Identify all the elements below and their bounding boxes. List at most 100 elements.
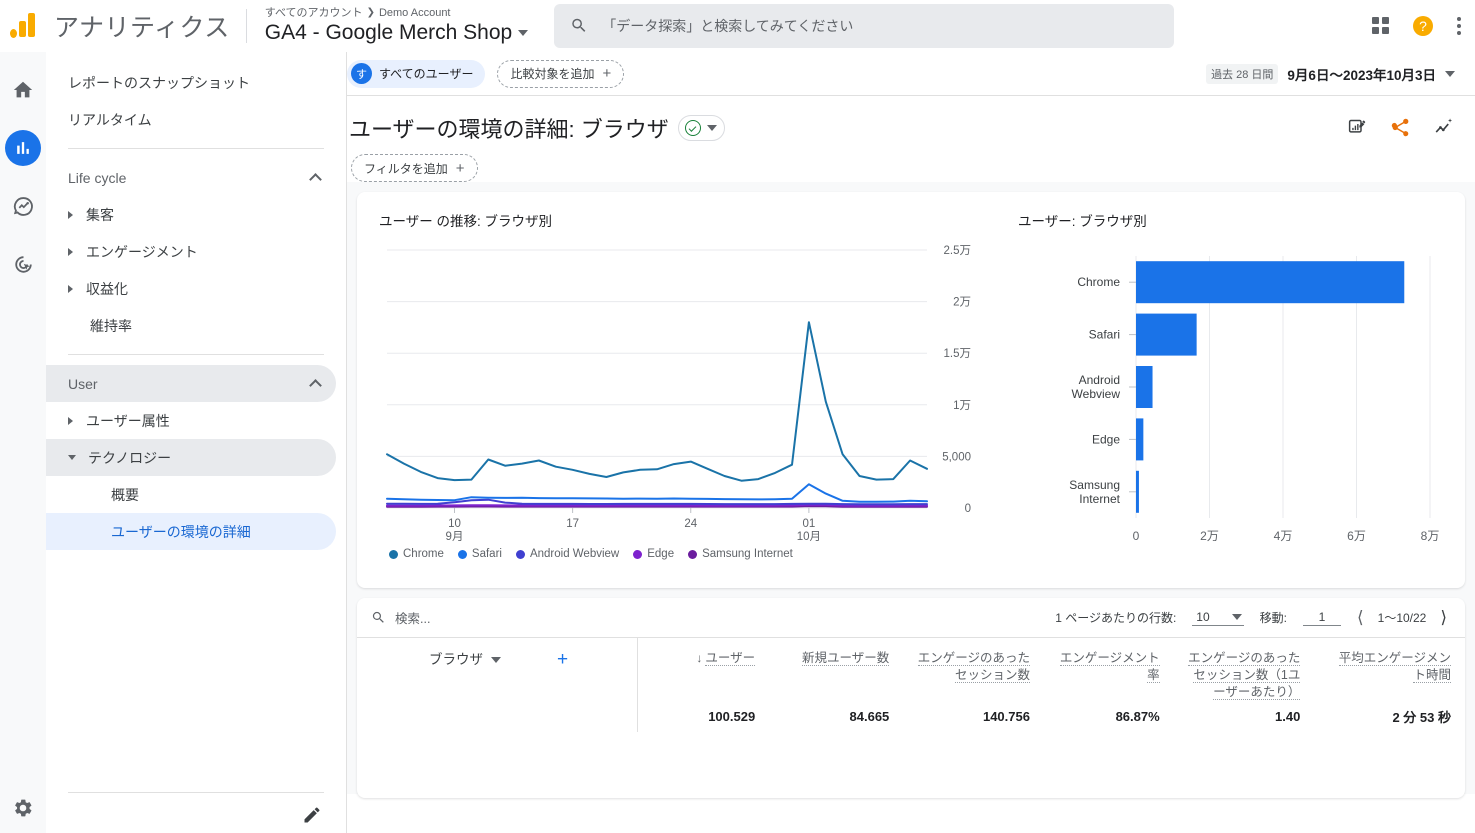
add-comparison-label: 比較対象を追加 <box>510 67 595 81</box>
sort-descending-icon: ↓ <box>696 651 703 665</box>
sidebar-group-label: User <box>68 375 98 392</box>
date-range-selector[interactable]: 過去 28 日間 9月6日〜2023年10月3日 <box>1206 63 1455 84</box>
analytics-logo-icon <box>10 11 40 41</box>
sidebar-nav: レポートのスナップショット リアルタイム Life cycle 集客 エンゲージ… <box>46 52 347 833</box>
sidebar-item-report-snapshot[interactable]: レポートのスナップショット <box>46 64 336 101</box>
chevron-down-icon[interactable] <box>1445 70 1455 77</box>
legend-item-samsung-internet[interactable]: Samsung Internet <box>688 548 793 560</box>
sidebar-item-monetization[interactable]: 収益化 <box>46 270 336 307</box>
add-comparison-button[interactable]: 比較対象を追加 + <box>497 59 625 88</box>
column-header-users[interactable]: ↓ ユーザー <box>636 638 770 701</box>
page-title: ユーザーの環境の詳細: ブラウザ <box>349 112 725 144</box>
line-chart-legend: Chrome Safari Android Webview Edge Samsung I… <box>379 548 974 560</box>
column-header-engagement-rate[interactable]: エンゲージメント率 <box>1044 638 1174 701</box>
sidebar-item-retention[interactable]: 維持率 <box>46 307 336 344</box>
chevron-down-icon <box>1231 613 1242 620</box>
prev-page-button[interactable]: ⟨ <box>1357 609 1364 626</box>
column-label: 平均エンゲージメント時間 <box>1338 651 1451 683</box>
customize-report-icon[interactable] <box>1347 117 1368 138</box>
users-over-time-line-chart[interactable]: 0 5,000 1万 1.5万 2万 2.5万 109月 17 24 0110月 <box>379 236 974 546</box>
goto-input[interactable]: 1 <box>1303 610 1341 626</box>
date-range-badge: 過去 28 日間 <box>1206 63 1279 84</box>
add-dimension-button[interactable]: + <box>557 650 568 669</box>
legend-item-safari[interactable]: Safari <box>457 548 502 560</box>
divider <box>68 354 324 355</box>
rows-per-page-select[interactable]: 10 <box>1192 610 1244 626</box>
sidebar-item-label: 集客 <box>86 206 114 223</box>
svg-text:2万: 2万 <box>1200 529 1219 543</box>
chevron-right-icon <box>68 210 73 219</box>
column-header-engaged-sessions[interactable]: エンゲージのあったセッション数 <box>903 638 1044 701</box>
column-header-avg-engagement-time[interactable]: 平均エンゲージメント時間 <box>1314 638 1465 701</box>
column-header-engaged-sessions-per-user[interactable]: エンゲージのあったセッション数（1ユーザーあたり） <box>1174 638 1315 701</box>
icon-rail <box>0 52 46 833</box>
svg-text:?: ? <box>1419 18 1427 34</box>
segment-chip-all-users[interactable]: す すべてのユーザー <box>347 59 486 88</box>
sidebar-edit-button[interactable] <box>302 805 324 827</box>
bar-chart-card: ユーザー: ブラウザ別 0 2万 4万 6万 8万 Chrome Safari Android… <box>996 192 1465 588</box>
svg-text:10: 10 <box>448 518 461 530</box>
svg-text:Webview: Webview <box>1072 387 1121 401</box>
chevron-down-icon <box>68 455 76 460</box>
top-bar-actions: ? <box>1372 14 1475 38</box>
share-icon[interactable] <box>1390 117 1411 138</box>
kebab-more-icon[interactable] <box>1457 16 1461 35</box>
property-title[interactable]: GA4 - Google Merch Shop <box>264 20 529 46</box>
insights-icon[interactable] <box>1433 116 1455 138</box>
help-question-icon[interactable]: ? <box>1411 14 1435 38</box>
rail-item-settings[interactable] <box>12 797 34 819</box>
report-canvas: ユーザー の推移: ブラウザ別 0 5,000 1万 1.5万 2万 2.5万 10 9月 17… <box>347 182 1475 798</box>
page-header: ユーザーの環境の詳細: ブラウザ フィルタを追加 + <box>347 96 1475 182</box>
sidebar-item-tech[interactable]: テクノロジー <box>46 439 336 476</box>
users-by-browser-bar-chart[interactable]: 0 2万 4万 6万 8万 Chrome Safari AndroidWebview Edge S… <box>1018 236 1448 566</box>
search-input[interactable] <box>602 17 1159 34</box>
svg-text:1.5万: 1.5万 <box>944 348 972 360</box>
sidebar-item-realtime[interactable]: リアルタイム <box>46 101 336 138</box>
rail-item-home[interactable] <box>5 72 41 108</box>
column-header-new-users[interactable]: 新規ユーザー数 <box>769 638 903 701</box>
legend-item-chrome[interactable]: Chrome <box>389 548 444 560</box>
add-filter-button[interactable]: フィルタを追加 + <box>351 154 478 182</box>
bar-chart-title: ユーザー: ブラウザ別 <box>1018 214 1147 229</box>
line-chart-title: ユーザー の推移: ブラウザ別 <box>379 214 552 229</box>
sidebar-group-user[interactable]: User <box>46 365 336 402</box>
top-bar: アナリティクス すべてのアカウント ❯ Demo Account GA4 - G… <box>0 0 1475 52</box>
sidebar-item-label: 収益化 <box>86 280 128 297</box>
legend-color-dot <box>633 549 643 559</box>
chevron-down-icon[interactable] <box>491 656 501 663</box>
search-bar[interactable] <box>554 3 1175 48</box>
svg-text:17: 17 <box>566 518 579 530</box>
chevron-up-icon <box>309 379 322 392</box>
sidebar-item-label: エンゲージメント <box>86 243 198 260</box>
legend-label: Safari <box>471 548 502 560</box>
account-selector[interactable]: すべてのアカウント ❯ Demo Account GA4 - Google Me… <box>264 6 529 46</box>
sidebar-item-label: テクノロジー <box>88 449 172 466</box>
pager: ⟨ 1〜10/22 ⟩ <box>1357 609 1447 626</box>
property-title-text: GA4 - Google Merch Shop <box>264 20 513 44</box>
sidebar-item-acquisition[interactable]: 集客 <box>46 196 336 233</box>
sidebar-item-tech-details[interactable]: ユーザーの環境の詳細 <box>46 513 336 550</box>
next-page-button[interactable]: ⟩ <box>1440 609 1447 626</box>
rail-item-reports[interactable] <box>5 130 41 166</box>
legend-label: Samsung Internet <box>702 548 793 560</box>
data-quality-button[interactable] <box>677 115 725 141</box>
chevron-down-icon[interactable] <box>518 29 529 36</box>
legend-item-edge[interactable]: Edge <box>633 548 674 560</box>
table-pagination-controls: 1 ページあたりの行数: 10 移動: 1 ⟨ 1〜10/22 ⟩ <box>1055 609 1447 626</box>
apps-grid-icon[interactable] <box>1372 17 1389 34</box>
bar-chart-icon <box>17 142 29 154</box>
legend-color-dot <box>515 549 525 559</box>
rail-item-advertising[interactable] <box>5 246 41 282</box>
browser-data-table: ブラウザ + ↓ ユーザー 新規ユーザー数 エンゲージのあったセッション数 エンゲ… <box>357 638 1465 732</box>
sidebar-item-label: ユーザー属性 <box>86 412 170 429</box>
sidebar-item-user-attributes[interactable]: ユーザー属性 <box>46 402 336 439</box>
legend-label: Chrome <box>403 548 444 560</box>
legend-color-dot <box>688 549 698 559</box>
sidebar-group-life-cycle[interactable]: Life cycle <box>46 159 336 196</box>
sidebar-item-label: 概要 <box>111 486 139 503</box>
sidebar-item-tech-overview[interactable]: 概要 <box>46 476 336 513</box>
rail-item-explore[interactable] <box>5 188 41 224</box>
legend-item-android-webview[interactable]: Android Webview <box>515 548 619 560</box>
sidebar-item-engagement[interactable]: エンゲージメント <box>46 233 336 270</box>
table-search[interactable]: 検索... <box>371 608 430 627</box>
